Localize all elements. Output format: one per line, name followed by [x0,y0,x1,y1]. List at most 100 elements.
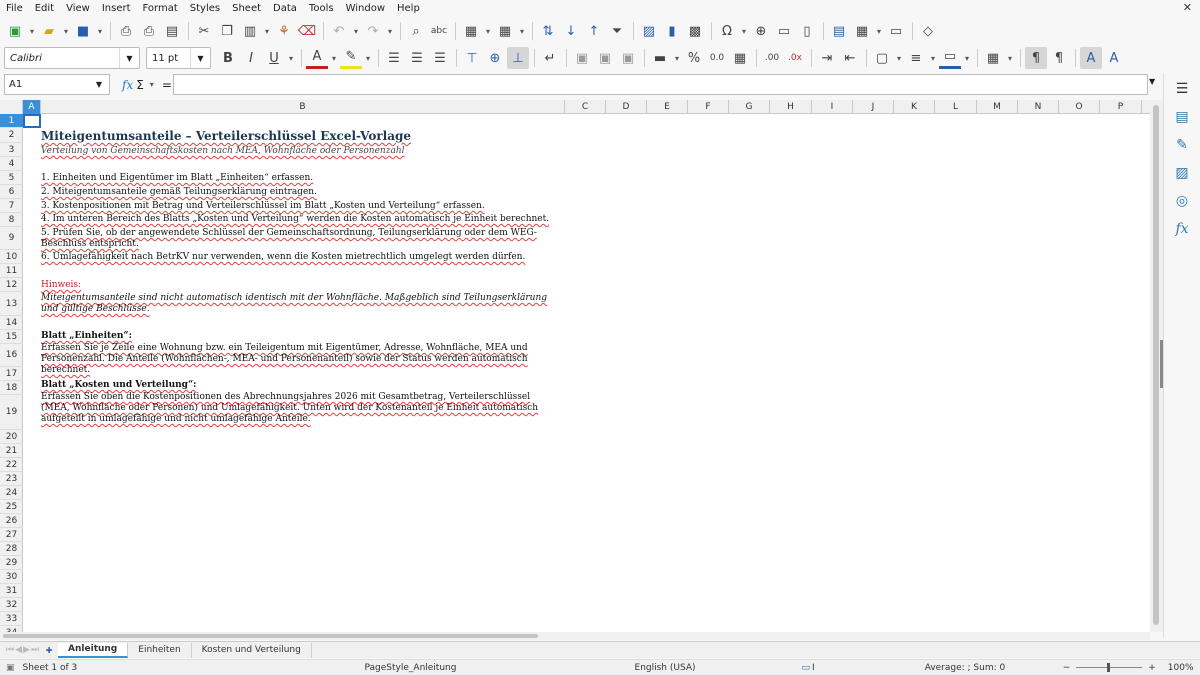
text-left-to-right-icon[interactable]: A [1080,47,1102,69]
chevron-down-icon[interactable]: ▼ [89,75,109,94]
column-header-d[interactable]: D [606,100,647,114]
selection-mode-icon[interactable]: ▭ [802,663,811,673]
border-style-dropdown-icon[interactable]: ▾ [928,47,938,69]
clone-formatting-icon[interactable]: ⚘ [273,20,295,42]
right-to-left-icon[interactable]: ¶ [1048,47,1070,69]
sort-ascending-icon[interactable]: ↓ [560,20,582,42]
zoom-out-icon[interactable]: − [1063,663,1071,673]
row-header[interactable]: 13 [0,292,23,316]
redo-dropdown-icon[interactable]: ▾ [385,20,395,42]
open-dropdown-icon[interactable]: ▾ [61,20,71,42]
conditional-format-dropdown-icon[interactable]: ▾ [1005,47,1015,69]
column-icon[interactable]: ▦ [494,20,516,42]
section-heading-costs[interactable]: Blatt „Kosten und Verteilung“: [41,380,196,390]
font-color-icon[interactable]: A [306,47,328,69]
row-header[interactable]: 16 [0,344,23,367]
selection-summary[interactable]: Average: ; Sum: 0 [925,663,1035,673]
paste-dropdown-icon[interactable]: ▾ [262,20,272,42]
border-style-icon[interactable]: ≡ [905,47,927,69]
new-icon[interactable]: ▣ [4,20,26,42]
hyperlink-icon[interactable]: ⊕ [750,20,772,42]
row-header[interactable]: 3 [0,143,23,157]
row-header[interactable]: 17 [0,367,23,381]
find-replace-icon[interactable]: ⌕ [405,20,427,42]
row-header[interactable]: 12 [0,278,23,292]
header-footer-icon[interactable]: ▯ [796,20,818,42]
column-header-h[interactable]: H [770,100,812,114]
unmerge-cells-icon[interactable]: ▣ [617,47,639,69]
align-right-icon[interactable]: ☰ [429,47,451,69]
freeze-dropdown-icon[interactable]: ▾ [874,20,884,42]
cut-icon[interactable]: ✂ [193,20,215,42]
insert-chart-icon[interactable]: ▮ [661,20,683,42]
redo-icon[interactable]: ↷ [362,20,384,42]
row-header[interactable]: 5 [0,171,23,185]
align-bottom-icon[interactable]: ⊥ [507,47,529,69]
highlight-dropdown-icon[interactable]: ▾ [363,47,373,69]
borders-dropdown-icon[interactable]: ▾ [894,47,904,69]
column-header-n[interactable]: N [1018,100,1059,114]
functions-icon[interactable]: fx [1170,217,1194,241]
add-decimal-place-icon[interactable]: .00 [761,47,783,69]
horizontal-scrollbar[interactable] [0,632,1150,640]
special-character-dropdown-icon[interactable]: ▾ [739,20,749,42]
row-header[interactable]: 14 [0,316,23,330]
number-format-icon[interactable]: 0.0 [706,47,728,69]
merge-cells-icon[interactable]: ▣ [594,47,616,69]
split-window-icon[interactable]: ▭ [885,20,907,42]
text-top-to-bottom-icon[interactable]: A [1103,47,1125,69]
delete-decimal-place-icon[interactable]: .0x [784,47,806,69]
italic-icon[interactable]: I [240,47,262,69]
hamburger-menu-icon[interactable]: ☰ [1170,77,1194,101]
row-header[interactable]: 2 [0,128,23,143]
menu-window[interactable]: Window [340,3,391,14]
name-box[interactable]: A1 ▼ [4,74,110,95]
page-style[interactable]: PageStyle_Anleitung [365,663,565,673]
autofilter-icon[interactable]: ⏷ [606,20,628,42]
column-header-c[interactable]: C [565,100,606,114]
conditional-format-icon[interactable]: ▦ [982,47,1004,69]
row-header[interactable]: 32 [0,598,23,612]
add-sheet-icon[interactable]: ✚ [44,639,54,661]
column-header-a[interactable]: A [23,100,41,114]
row-header[interactable]: 28 [0,542,23,556]
instruction-step[interactable]: 5. Prüfen Sie, ob der angewendete Schlüs… [41,228,556,250]
column-header-e[interactable]: E [647,100,688,114]
zoom-slider[interactable] [1076,663,1143,672]
expand-formula-bar-icon[interactable]: ▼ [1149,77,1155,86]
font-color-dropdown-icon[interactable]: ▾ [329,47,339,69]
language[interactable]: English (USA) [635,663,745,673]
row-header[interactable]: 9 [0,227,23,250]
highlight-color-icon[interactable]: ✎ [340,47,362,69]
tab-anleitung[interactable]: Anleitung [58,642,129,658]
show-draw-functions-icon[interactable]: ◇ [917,20,939,42]
vertical-split-handle[interactable] [1160,340,1163,388]
row-header[interactable]: 10 [0,250,23,264]
instruction-step[interactable]: 3. Kostenpositionen mit Betrag und Verte… [41,201,485,211]
row-header[interactable]: 23 [0,472,23,486]
wrap-text-icon[interactable]: ↵ [539,47,561,69]
spreadsheet-grid[interactable]: A B C D E F G H I J K L M N O P 1 2 3 4 … [0,100,1150,632]
instruction-step[interactable]: 6. Umlagefähigkeit nach BetrKV nur verwe… [41,252,525,262]
column-header-m[interactable]: M [977,100,1018,114]
currency-format-icon[interactable]: ▬ [649,47,671,69]
column-header-j[interactable]: J [853,100,894,114]
row-header[interactable]: 4 [0,157,23,171]
open-icon[interactable]: ▰ [38,20,60,42]
freeze-rows-columns-icon[interactable]: ▦ [851,20,873,42]
column-header-i[interactable]: I [812,100,853,114]
align-left-icon[interactable]: ☰ [383,47,405,69]
chevron-down-icon[interactable]: ▼ [190,48,210,68]
align-top-icon[interactable]: ⊤ [461,47,483,69]
font-size-combo[interactable]: 11 pt ▼ [146,47,211,69]
chevron-down-icon[interactable]: ▼ [119,48,139,68]
sum-dropdown-icon[interactable]: ▾ [147,74,157,96]
horizontal-scroll-thumb[interactable] [3,634,538,638]
sheet-title[interactable]: Miteigentumsanteile – Verteilerschlüssel… [41,129,411,143]
close-document-icon[interactable]: ✕ [1183,1,1192,14]
vertical-scrollbar[interactable] [1150,100,1163,632]
insert-image-icon[interactable]: ▨ [638,20,660,42]
column-header-l[interactable]: L [935,100,977,114]
sort-icon[interactable]: ⇅ [537,20,559,42]
row-header[interactable]: 29 [0,556,23,570]
